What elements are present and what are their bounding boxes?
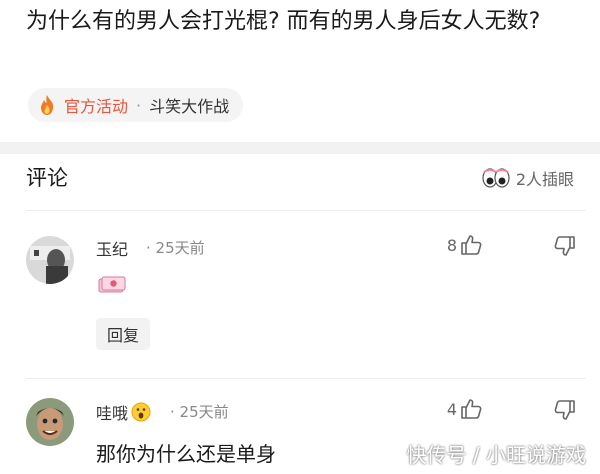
post-title: 为什么有的男人会打光棍? 而有的男人身后女人无数? [26,9,541,34]
section-divider [0,142,600,154]
comment-separator [26,378,586,379]
comment-username[interactable]: 玉纪 [96,236,128,260]
like-count: 8 [446,235,457,255]
like-button[interactable]: 8 [447,234,482,256]
username-text: 玉纪 [96,240,129,259]
thumbs-down-icon [554,400,575,420]
official-activity-label: 官方活动 [64,97,129,116]
comment-time: · 25天前 [146,239,205,257]
dislike-button[interactable] [554,399,576,425]
comments-title: 评论 [26,166,68,190]
fire-icon [40,95,54,115]
username-text: 哇哦 [96,404,129,423]
money-emoji-icon [98,276,126,293]
thumbs-up-icon [461,399,482,419]
like-count: 4 [446,399,457,419]
comments-header-separator [26,210,586,211]
watchers-indicator[interactable]: 2人插眼 [482,166,574,190]
eyes-icon [482,168,510,188]
watermark: 快传号 / 小旺说游戏 [406,443,586,467]
comment-text: 那你为什么还是单身 [96,442,276,466]
activity-tag[interactable]: 官方活动 · 斗笑大作战 [28,88,244,122]
comment-time: · 25天前 [170,403,229,421]
comment-username[interactable]: 哇哦 [96,400,151,424]
watchers-count: 2人插眼 [515,170,574,189]
tag-separator: · [136,95,142,115]
dislike-button[interactable] [554,235,576,261]
topic-label[interactable]: 斗笑大作战 [149,93,229,117]
comment-item: 玉纪 · 25天前 8 回复 [0,220,600,370]
avatar[interactable] [26,236,74,284]
surprised-emoji-icon [131,402,151,422]
reply-button[interactable]: 回复 [96,318,150,350]
thumbs-up-icon [461,235,482,255]
avatar-image [26,236,74,284]
like-button[interactable]: 4 [447,398,482,420]
thumbs-down-icon [554,236,575,256]
avatar-image [26,398,74,446]
avatar[interactable] [26,398,74,446]
